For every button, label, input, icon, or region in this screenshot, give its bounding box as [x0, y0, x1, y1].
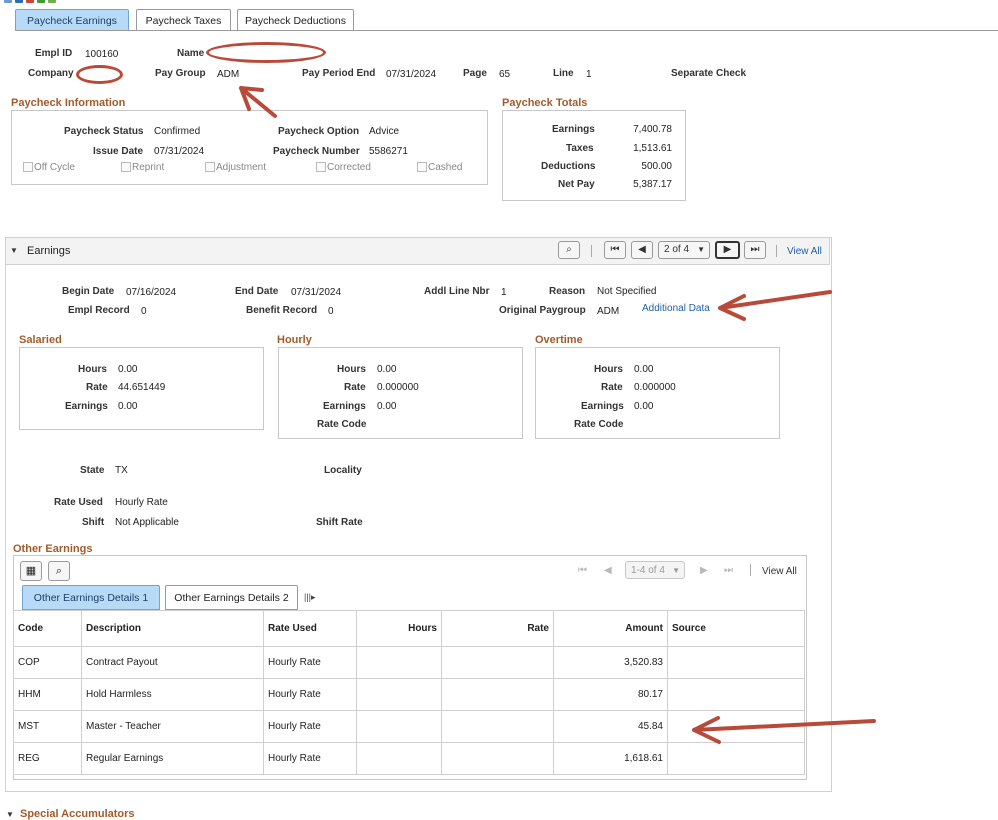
arrow-to-amount [692, 716, 876, 744]
arrow-to-pay-group [239, 86, 277, 118]
arrow-to-additional-data [718, 290, 832, 321]
annotation-arrows [239, 86, 876, 744]
